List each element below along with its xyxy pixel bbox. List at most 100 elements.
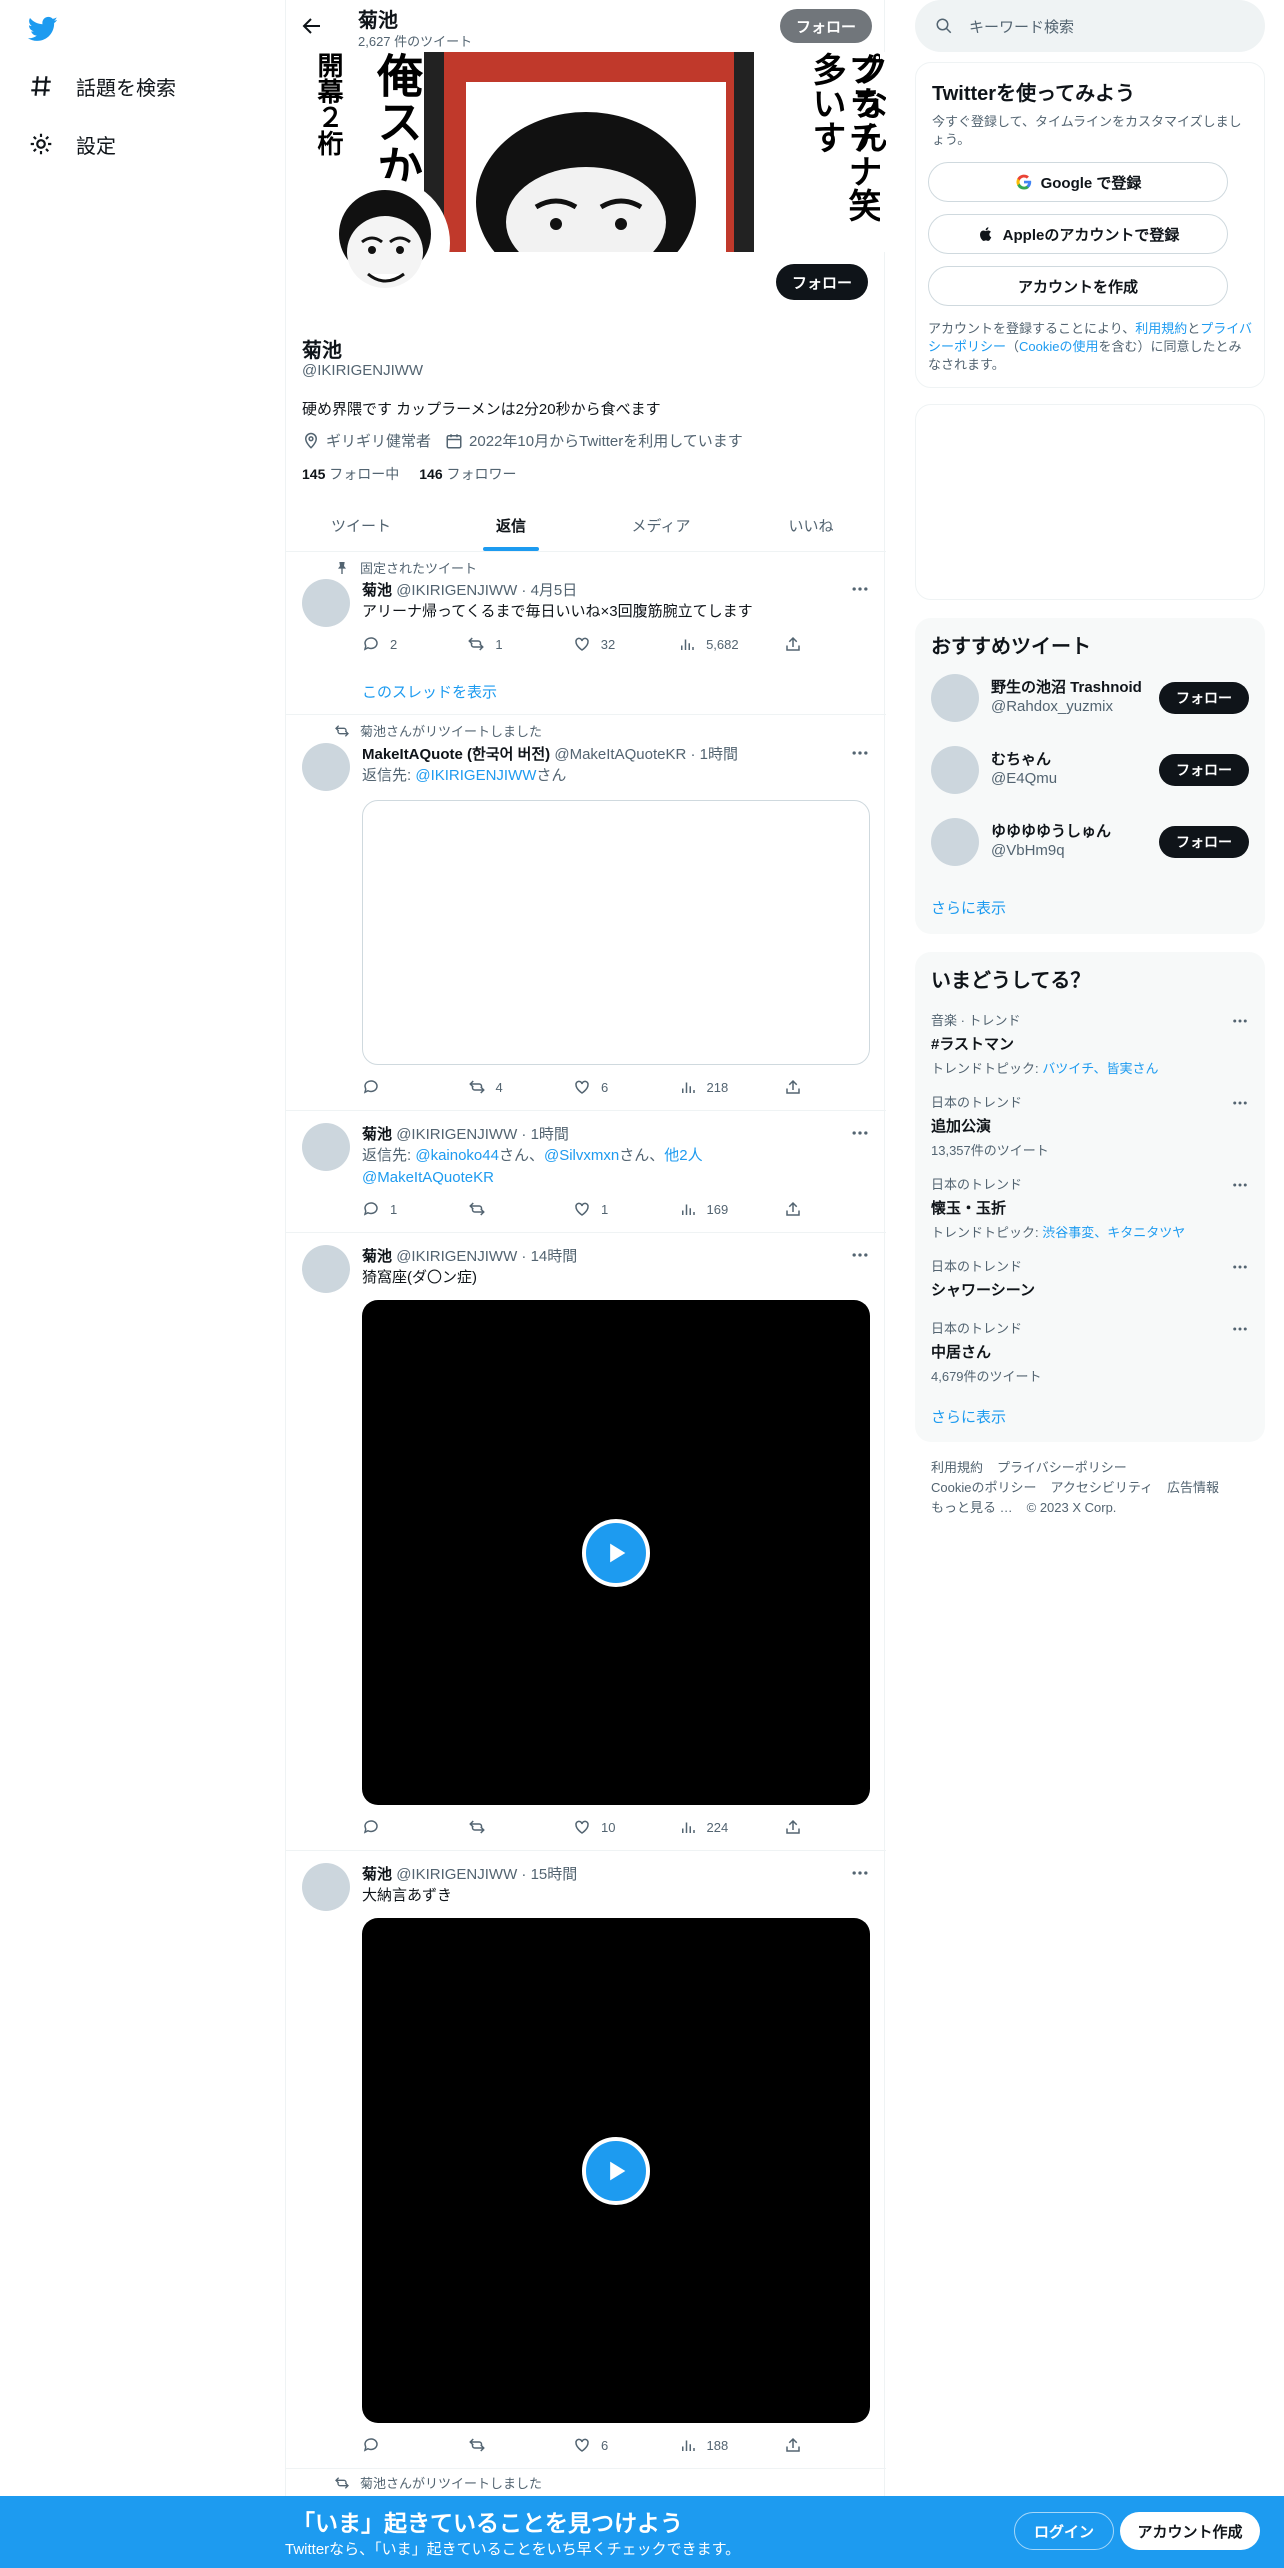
more-icon[interactable]: [1231, 1094, 1249, 1112]
share-button[interactable]: [784, 2435, 802, 2455]
show-more-link[interactable]: さらに表示: [931, 1406, 1006, 1427]
follow-suggestion[interactable]: むちゃん @E4Qmu フォロー: [931, 742, 1249, 798]
follow-button[interactable]: フォロー: [1159, 754, 1249, 786]
trend-topics-links[interactable]: 渋谷事変、キタニタツヤ: [1042, 1225, 1185, 1240]
tweet-video[interactable]: 菊池 @IKIRIGENJIWW · 14時間 猗窩座(ダ〇ン症) 10 224: [286, 1233, 886, 1851]
profile-follow-button[interactable]: フォロー: [776, 264, 868, 300]
footer-terms-link[interactable]: 利用規約: [931, 1460, 983, 1475]
tweet-media-card[interactable]: [362, 800, 870, 1065]
trend-item[interactable]: 日本のトレンド 中居さん 4,679件のツイート: [931, 1318, 1249, 1385]
create-account-button[interactable]: アカウントを作成: [928, 266, 1228, 306]
share-button[interactable]: [784, 1077, 802, 1097]
video-player[interactable]: [362, 1300, 870, 1805]
tab-tweets[interactable]: ツイート: [286, 500, 436, 551]
avatar[interactable]: [931, 746, 979, 794]
cookie-link[interactable]: Cookieの使用: [1019, 339, 1098, 354]
nav-settings[interactable]: 設定: [28, 118, 116, 170]
reply-to-link[interactable]: @MakeItAQuoteKR: [362, 1169, 494, 1186]
search-input[interactable]: キーワード検索: [915, 0, 1265, 52]
retweet-button[interactable]: 1: [467, 634, 527, 654]
avatar[interactable]: [302, 579, 350, 627]
reply-button[interactable]: 2: [362, 634, 422, 654]
like-button[interactable]: 10: [573, 1817, 633, 1837]
tweet-retweet[interactable]: 菊池さんがリツイートしました MakeItAQuote (한국어 버전) @Ma…: [286, 715, 886, 1111]
google-signup-button[interactable]: Google で登録: [928, 162, 1228, 202]
trend-topics-links[interactable]: バツイチ、皆実さん: [1042, 1061, 1158, 1076]
followers-link[interactable]: 146 フォロワー: [419, 464, 516, 484]
video-player[interactable]: [362, 1918, 870, 2423]
twitter-logo-icon[interactable]: [26, 14, 60, 44]
tweet-author-name[interactable]: 菊池: [362, 1248, 392, 1265]
retweet-button[interactable]: 4: [468, 1077, 528, 1097]
views-button[interactable]: 5,682: [678, 634, 739, 654]
reply-to-link[interactable]: @IKIRIGENJIWW: [415, 767, 536, 784]
avatar[interactable]: [302, 1245, 350, 1293]
share-button[interactable]: [784, 1817, 802, 1837]
avatar[interactable]: [931, 818, 979, 866]
retweet-button[interactable]: [468, 1199, 528, 1219]
follow-button[interactable]: フォロー: [1159, 826, 1249, 858]
footer-privacy-link[interactable]: プライバシーポリシー: [997, 1460, 1127, 1475]
trend-item[interactable]: 日本のトレンド 懐玉・玉折 トレンドトピック: 渋谷事変、キタニタツヤ: [931, 1174, 1249, 1241]
terms-link[interactable]: 利用規約: [1135, 321, 1187, 336]
play-button[interactable]: [582, 2136, 650, 2205]
footer-more-link[interactable]: もっと見る …: [931, 1500, 1013, 1515]
following-link[interactable]: 145 フォロー中: [302, 464, 399, 484]
tweet-reply[interactable]: 菊池 @IKIRIGENJIWW · 1時間 返信先: @kainoko44さん…: [286, 1111, 886, 1233]
nav-explore[interactable]: 話題を検索: [28, 60, 176, 112]
like-button[interactable]: 32: [573, 634, 633, 654]
tweet-retweet[interactable]: 菊池さんがリツイートしました: [286, 2469, 886, 2499]
reply-button[interactable]: [362, 1817, 422, 1837]
tweet-author-name[interactable]: 菊池: [362, 1126, 392, 1143]
trend-item[interactable]: 日本のトレンド 追加公演 13,357件のツイート: [931, 1092, 1249, 1159]
reply-button[interactable]: [362, 1077, 422, 1097]
avatar[interactable]: [302, 743, 350, 791]
views-button[interactable]: 169: [679, 1199, 739, 1219]
show-thread-link[interactable]: このスレッドを表示: [362, 681, 497, 702]
tab-replies[interactable]: 返信: [436, 500, 586, 551]
retweet-button[interactable]: [468, 1817, 528, 1837]
views-button[interactable]: 218: [679, 1077, 739, 1097]
avatar[interactable]: [302, 1123, 350, 1171]
more-icon[interactable]: [1231, 1320, 1249, 1338]
reply-to-link[interactable]: @Silvxmxn: [544, 1147, 619, 1164]
more-icon[interactable]: [850, 1123, 870, 1143]
header-follow-button[interactable]: フォロー: [780, 9, 872, 43]
share-button[interactable]: [784, 1199, 802, 1219]
tweet-author-name[interactable]: 菊池: [362, 1866, 392, 1883]
show-more-link[interactable]: さらに表示: [931, 897, 1006, 918]
back-arrow-icon[interactable]: [300, 14, 324, 38]
retweet-button[interactable]: [468, 2435, 528, 2455]
like-button[interactable]: 6: [573, 2435, 633, 2455]
footer-cookie-link[interactable]: Cookieのポリシー: [931, 1480, 1036, 1495]
tweet-pinned[interactable]: 固定されたツイート 菊池 @IKIRIGENJIWW · 4月5日 アリーナ帰っ…: [286, 553, 886, 715]
tab-media[interactable]: メディア: [586, 500, 736, 551]
tweet-video[interactable]: 菊池 @IKIRIGENJIWW · 15時間 大納言あずき 6 188: [286, 1851, 886, 2469]
like-button[interactable]: 1: [573, 1199, 633, 1219]
tweet-author-name[interactable]: 菊池: [362, 582, 392, 599]
share-button[interactable]: [784, 634, 802, 654]
follow-button[interactable]: フォロー: [1159, 682, 1249, 714]
follow-suggestion[interactable]: ゆゆゆゆうしゅん @VbHm9q フォロー: [931, 814, 1249, 870]
reply-button[interactable]: 1: [362, 1199, 422, 1219]
more-icon[interactable]: [850, 1245, 870, 1265]
login-button[interactable]: ログイン: [1014, 2512, 1114, 2550]
reply-others-link[interactable]: 他2人: [664, 1147, 702, 1164]
views-button[interactable]: 188: [679, 2435, 739, 2455]
more-icon[interactable]: [850, 743, 870, 763]
apple-signup-button[interactable]: Appleのアカウントで登録: [928, 214, 1228, 254]
views-button[interactable]: 224: [679, 1817, 739, 1837]
more-icon[interactable]: [1231, 1258, 1249, 1276]
more-icon[interactable]: [850, 1863, 870, 1883]
like-button[interactable]: 6: [573, 1077, 633, 1097]
follow-suggestion[interactable]: 野生の池沼 Trashnoid @Rahdox_yuzmix フォロー: [931, 670, 1249, 726]
trend-item[interactable]: 日本のトレンド シャワーシーン: [931, 1256, 1249, 1300]
trend-item[interactable]: 音楽 · トレンド #ラストマン トレンドトピック: バツイチ、皆実さん: [931, 1010, 1249, 1077]
profile-avatar[interactable]: [320, 178, 450, 308]
avatar[interactable]: [302, 1863, 350, 1911]
signup-button[interactable]: アカウント作成: [1120, 2512, 1260, 2550]
footer-accessibility-link[interactable]: アクセシビリティ: [1050, 1480, 1153, 1495]
more-icon[interactable]: [1231, 1012, 1249, 1030]
avatar[interactable]: [931, 674, 979, 722]
tweet-author-name[interactable]: MakeItAQuote (한국어 버전): [362, 746, 550, 763]
